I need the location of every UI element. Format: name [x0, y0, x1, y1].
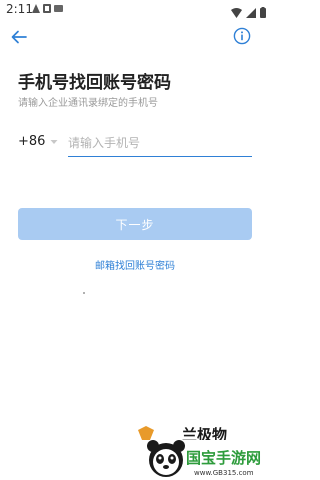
back-button[interactable]	[10, 28, 28, 46]
page-title: 手机号找回账号密码	[18, 73, 171, 93]
info-button[interactable]	[233, 27, 251, 45]
status-bar: 2:11	[0, 0, 270, 20]
email-recovery-link[interactable]: 邮箱找回账号密码	[0, 257, 270, 272]
brand-url: www.GB315.com	[194, 469, 254, 477]
phone-input[interactable]	[68, 130, 252, 157]
brand-text: 国宝手游网	[186, 449, 261, 467]
notification-icon	[32, 4, 40, 16]
notification-icon	[54, 4, 63, 16]
panda-logo-icon: 兰极物 国宝手游网 www.GB315.com	[138, 426, 270, 480]
watermark-logo: 兰极物 国宝手游网 www.GB315.com	[136, 426, 270, 480]
status-time: 2:11	[6, 2, 33, 16]
square-icon	[43, 4, 51, 16]
divider	[83, 292, 85, 294]
status-right	[231, 3, 266, 22]
page-subtitle: 请输入企业通讯录绑定的手机号	[18, 98, 158, 109]
signal-icon	[246, 3, 256, 22]
info-icon	[233, 27, 251, 45]
battery-icon	[260, 3, 266, 22]
chevron-down-icon[interactable]	[50, 138, 58, 146]
screen: 2:11 手机号找回账号密码 请输入企业通讯录绑定的手机号 +86 请输入手机号…	[0, 0, 270, 480]
wifi-icon	[231, 3, 242, 22]
next-button[interactable]: 下一步	[18, 208, 252, 240]
country-code-label: +86	[18, 134, 46, 149]
country-code-selector[interactable]: +86	[18, 134, 45, 149]
back-arrow-icon	[11, 30, 27, 44]
